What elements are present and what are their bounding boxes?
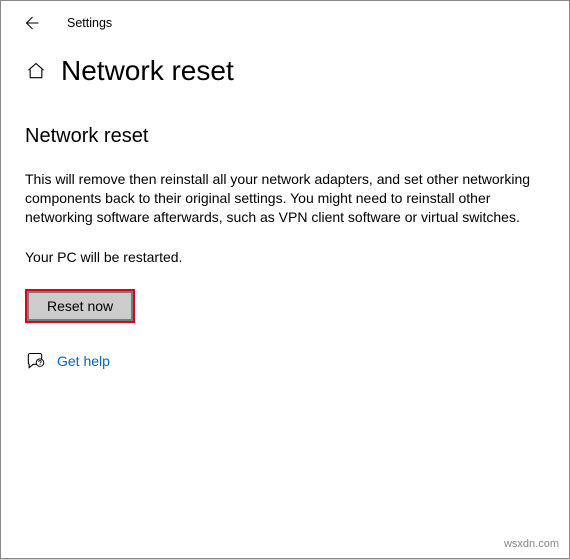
reset-now-button[interactable]: Reset now: [27, 291, 133, 321]
home-icon[interactable]: [25, 60, 47, 82]
subheading: Network reset: [25, 125, 545, 148]
description-text: This will remove then reinstall all your…: [25, 170, 535, 227]
page-title: Network reset: [61, 55, 234, 87]
get-help-link[interactable]: Get help: [57, 353, 110, 369]
help-row: Get help: [25, 351, 545, 371]
titlebar: Settings: [1, 1, 569, 45]
watermark: wsxdn.com: [504, 538, 559, 550]
content-area: Network reset This will remove then rein…: [1, 91, 569, 371]
page-header: Network reset: [1, 45, 569, 91]
app-name: Settings: [67, 16, 112, 30]
back-arrow-icon[interactable]: [21, 13, 41, 33]
reset-button-highlight: Reset now: [25, 289, 135, 323]
chat-help-icon: [25, 351, 45, 371]
restart-note: Your PC will be restarted.: [25, 249, 545, 265]
